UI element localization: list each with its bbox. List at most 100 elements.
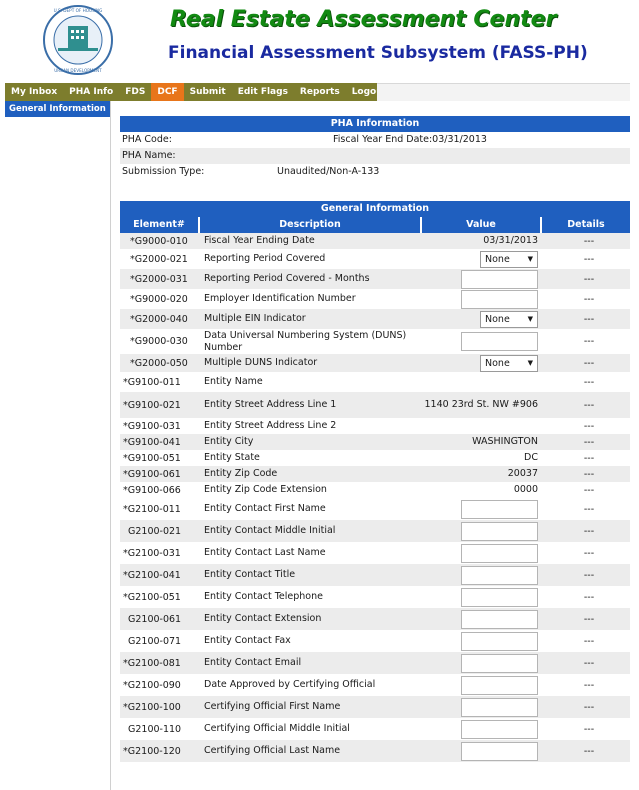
value-input[interactable] — [461, 675, 538, 695]
element-description: Date Approved by Certifying Official — [204, 679, 376, 690]
value-select[interactable]: None ▼ — [480, 250, 538, 268]
details-link: --- — [583, 452, 595, 464]
element-description: Entity Street Address Line 2 — [204, 420, 337, 431]
details-link: --- — [583, 253, 595, 265]
value-input[interactable] — [461, 609, 538, 629]
table-row: *G9100-041 Entity City WASHINGTON --- — [120, 434, 630, 450]
element-description: Entity Contact Telephone — [204, 591, 323, 602]
value-input[interactable] — [461, 543, 538, 563]
value-input[interactable] — [461, 697, 538, 717]
element-value-cell: 03/31/2013 — [422, 235, 542, 247]
table-row: *G9000-010 Fiscal Year Ending Date 03/31/2… — [120, 233, 630, 249]
nav-item-submit[interactable]: Submit — [184, 83, 232, 101]
value-input[interactable] — [461, 289, 538, 309]
table-row: *G9100-031 Entity Street Address Line 2 --… — [120, 418, 630, 434]
table-header: Element# Description Value Details — [120, 217, 630, 233]
table-row: *G2000-031 Reporting Period Covered - Mon… — [120, 269, 630, 289]
table-row: *G9000-020 Employer Identification Number… — [120, 289, 630, 309]
value-select[interactable]: None ▼ — [480, 310, 538, 328]
value-input[interactable] — [461, 631, 538, 651]
element-value-cell — [422, 719, 542, 739]
details-link: --- — [583, 701, 595, 713]
select-value: None — [485, 357, 510, 369]
element-description: Entity Zip Code Extension — [204, 484, 327, 495]
table-row: *G9100-021 Entity Street Address Line 1 11… — [120, 392, 630, 418]
nav-item-fds[interactable]: FDS — [119, 83, 151, 101]
element-description: Entity Contact Last Name — [204, 547, 326, 558]
details-link: --- — [583, 399, 595, 411]
nav-item-edit-flags[interactable]: Edit Flags — [232, 83, 294, 101]
details-link: --- — [583, 723, 595, 735]
element-id: *G2100-011 — [123, 503, 181, 515]
element-value-cell: None ▼ — [422, 354, 542, 372]
element-description: Data Universal Numbering System (DUNS) N… — [204, 329, 407, 353]
nav-item-my-inbox[interactable]: My Inbox — [5, 83, 63, 101]
details-link: --- — [583, 503, 595, 515]
details-link: --- — [583, 357, 595, 369]
table-row: *G2100-100 Certifying Official First Name… — [120, 696, 630, 718]
table-row: *G9100-051 Entity State DC --- — [120, 450, 630, 466]
element-id: G2100-071 — [128, 635, 182, 647]
value-input[interactable] — [461, 332, 538, 351]
details-link: --- — [583, 436, 595, 448]
value-input[interactable] — [461, 653, 538, 673]
svg-text:U.S. DEPT OF HOUSING: U.S. DEPT OF HOUSING — [54, 8, 103, 13]
select-value: None — [485, 313, 510, 325]
element-id: *G9100-051 — [123, 452, 181, 464]
value-text: 1140 23rd St. NW #906 — [424, 399, 538, 410]
pha-information-panel: PHA Information PHA Code: Fiscal Year En… — [120, 116, 630, 180]
general-information-rows: *G9000-010 Fiscal Year Ending Date 03/31/2… — [120, 233, 630, 762]
element-description: Employer Identification Number — [204, 293, 356, 304]
app-subtitle: Financial Assessment Subsystem (FASS-PH) — [168, 43, 588, 63]
column-header-element: Element# — [120, 217, 200, 233]
element-value-cell — [422, 289, 542, 309]
element-value-cell — [422, 269, 542, 289]
table-row: G2100-061 Entity Contact Extension --- — [120, 608, 630, 630]
chevron-down-icon: ▼ — [527, 254, 533, 263]
details-link: --- — [583, 336, 595, 347]
element-value-cell — [422, 332, 542, 351]
element-id: *G9100-061 — [123, 468, 181, 480]
nav-item-reports[interactable]: Reports — [294, 83, 346, 101]
nav-spacer — [377, 83, 630, 101]
element-id: *G2000-050 — [130, 357, 188, 369]
nav-item-dcf[interactable]: DCF — [151, 83, 184, 101]
element-id: *G9000-010 — [130, 235, 188, 247]
nav-item-pha-info[interactable]: PHA Info — [63, 83, 119, 101]
details-link: --- — [583, 293, 595, 305]
value-input[interactable] — [461, 719, 538, 739]
element-description: Reporting Period Covered — [204, 253, 326, 264]
element-value-cell — [422, 609, 542, 629]
fiscal-year-end-label: Fiscal Year End Date:03/31/2013 — [333, 134, 487, 145]
element-description: Entity Contact First Name — [204, 503, 326, 514]
value-select[interactable]: None ▼ — [480, 354, 538, 372]
value-input[interactable] — [461, 587, 538, 607]
details-link: --- — [583, 591, 595, 603]
element-value-cell: None ▼ — [422, 310, 542, 328]
table-row: *G9100-011 Entity Name --- — [120, 372, 630, 392]
details-link: --- — [583, 235, 595, 247]
table-row: *G2100-011 Entity Contact First Name --- — [120, 498, 630, 520]
table-row: *G2100-051 Entity Contact Telephone --- — [120, 586, 630, 608]
sidebar-item-general-information[interactable]: General Information — [5, 101, 110, 117]
element-id: *G2000-021 — [130, 253, 188, 265]
pha-name-label: PHA Name: — [122, 150, 176, 161]
table-row: *G2100-031 Entity Contact Last Name --- — [120, 542, 630, 564]
element-id: *G9100-021 — [123, 399, 181, 411]
value-input[interactable] — [461, 741, 538, 761]
element-id: *G2100-031 — [123, 547, 181, 559]
element-value-cell — [422, 631, 542, 651]
value-input[interactable] — [461, 269, 538, 289]
element-id: *G9000-030 — [130, 336, 188, 347]
submission-type-value: Unaudited/Non-A-133 — [277, 166, 380, 177]
value-input[interactable] — [461, 499, 538, 519]
element-value-cell — [422, 521, 542, 541]
element-value-cell — [422, 499, 542, 519]
value-input[interactable] — [461, 565, 538, 585]
details-link: --- — [583, 468, 595, 480]
select-value: None — [485, 253, 510, 265]
sidebar: General Information — [5, 101, 111, 790]
element-description: Entity State — [204, 452, 260, 463]
value-input[interactable] — [461, 521, 538, 541]
element-id: *G2100-100 — [123, 701, 181, 713]
